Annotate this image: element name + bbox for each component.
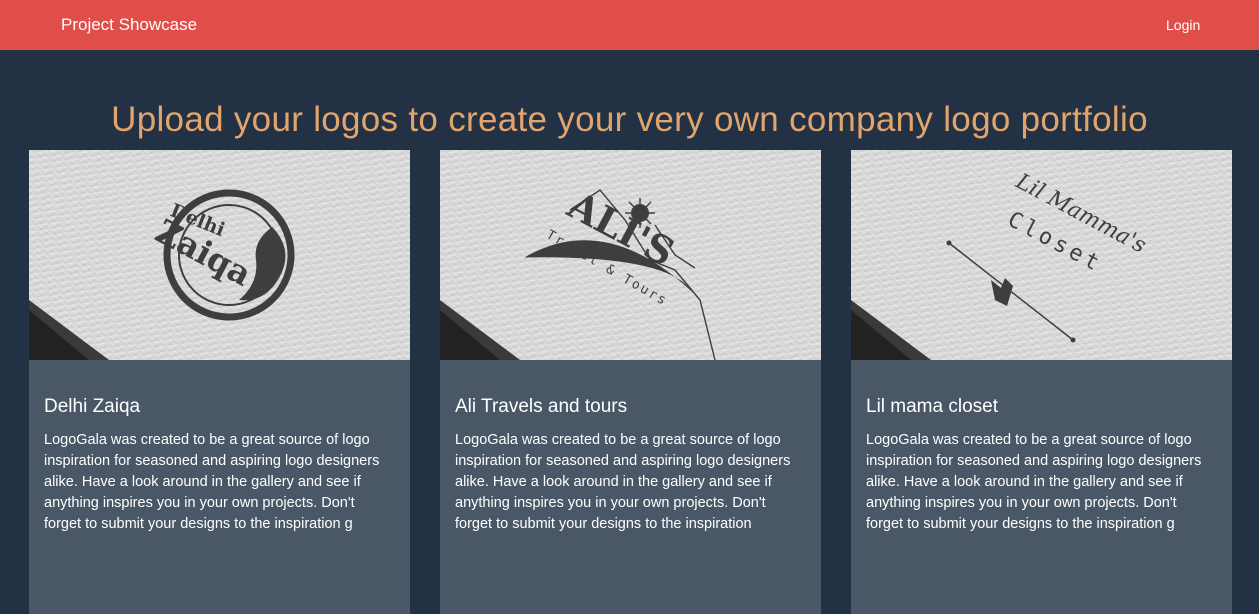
card-title: Lil mama closet: [866, 396, 998, 417]
lil-mammas-closet-logo-icon: Lil Mamma's Closet: [946, 169, 1150, 343]
project-card[interactable]: Delhi Zaiqa Delhi Zaiqa LogoGala was cre…: [29, 150, 410, 614]
project-image-delhi-zaiqa[interactable]: Delhi Zaiqa: [29, 150, 410, 360]
navbar: Project Showcase Login: [0, 0, 1259, 50]
brand-link[interactable]: Project Showcase: [61, 15, 197, 35]
card-title: Delhi Zaiqa: [44, 396, 141, 417]
card-description: LogoGala was created to be a great sourc…: [866, 432, 1202, 532]
card-title: Ali Travels and tours: [455, 396, 628, 417]
project-image-lil-mammas-closet[interactable]: Lil Mamma's Closet: [851, 150, 1232, 360]
project-card[interactable]: Lil Mamma's Closet Lil mama closet LogoG…: [851, 150, 1232, 614]
project-image-alis-travel[interactable]: ALI'S Travel & Tours: [440, 150, 821, 360]
card-description: LogoGala was created to be a great sourc…: [455, 432, 791, 532]
card-description: LogoGala was created to be a great sourc…: [44, 432, 380, 532]
delhi-zaiqa-logo-icon: Delhi Zaiqa: [149, 189, 295, 321]
project-card[interactable]: ALI'S Travel & Tours Ali Travels and tou…: [440, 150, 821, 614]
login-link[interactable]: Login: [1166, 17, 1200, 33]
alis-travel-logo-icon: ALI'S Travel & Tours: [524, 182, 716, 360]
page-heading: Upload your logos to create your very ow…: [111, 100, 1148, 139]
